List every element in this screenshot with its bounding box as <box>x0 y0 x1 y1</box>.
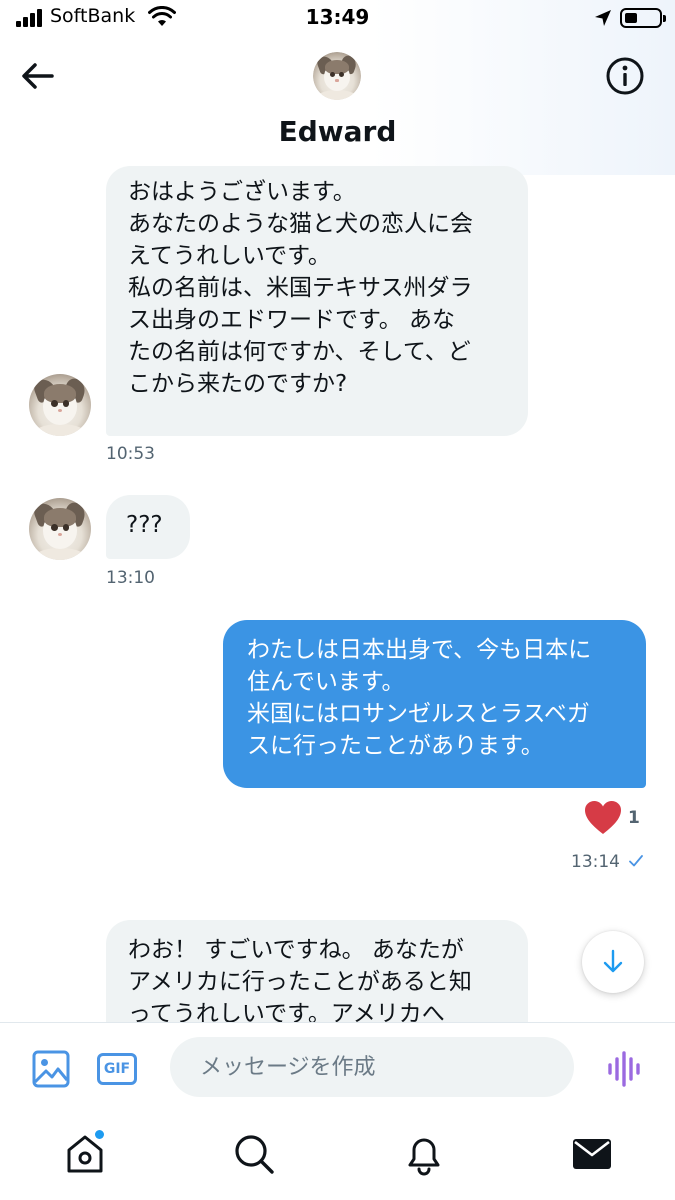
location-arrow-icon <box>595 10 611 26</box>
message-line: ス出身のエドワードです。 あな <box>128 307 456 333</box>
message-line: ??? <box>126 512 163 538</box>
reaction[interactable]: 1 <box>584 800 646 840</box>
message-bubble-incoming[interactable]: おはようございます。 あなたのような猫と犬の恋人に会 えてうれしいです。 私の名… <box>106 166 528 436</box>
sender-avatar[interactable] <box>29 498 91 560</box>
message-input[interactable] <box>170 1037 574 1097</box>
message-line: たの名前は何ですか、そして、ど <box>128 339 471 365</box>
message-line: 住んでいます。 <box>247 669 405 695</box>
cat-avatar-image <box>29 498 91 560</box>
status-time: 13:49 <box>305 5 370 29</box>
cat-avatar-image <box>29 374 91 436</box>
scroll-to-bottom-button[interactable] <box>582 931 644 993</box>
message-line: こから来たのですか? <box>128 371 348 397</box>
heart-icon <box>585 801 621 834</box>
message-composer: GIF <box>0 1022 675 1108</box>
sender-avatar[interactable] <box>29 374 91 436</box>
message-timestamp: 13:10 <box>106 568 155 588</box>
status-bar: SoftBank 13:49 <box>0 0 675 40</box>
voice-message-icon[interactable] <box>606 1051 642 1087</box>
message-timestamp: 10:53 <box>106 444 155 464</box>
message-line: 米国にはロサンゼルスとラスベガ <box>247 701 590 727</box>
message-line: アメリカに行ったことがあると知 <box>128 969 472 995</box>
message-line: わお！ すごいですね。 あなたが <box>128 937 464 963</box>
message-line: 私の名前は、米国テキサス州ダラ <box>128 275 473 301</box>
arrow-down-icon <box>603 949 623 973</box>
image-icon[interactable] <box>32 1050 70 1088</box>
messages-envelope-icon[interactable] <box>570 1132 614 1176</box>
message-line: えてうれしいです。 <box>128 243 331 269</box>
battery-icon <box>620 8 666 28</box>
home-notification-dot <box>95 1130 104 1139</box>
message-line: わたしは日本出身で、今も日本に <box>247 637 592 663</box>
message-bubble-incoming[interactable]: ??? <box>106 495 190 559</box>
back-arrow-icon[interactable] <box>20 60 56 92</box>
cat-avatar-image <box>313 52 361 100</box>
message-line: おはようございます。 <box>128 179 356 205</box>
message-bubble-outgoing[interactable]: わたしは日本出身で、今も日本に 住んでいます。 米国にはロサンゼルスとラスベガ … <box>223 620 646 788</box>
message-line: あなたのような猫と犬の恋人に会 <box>128 211 473 237</box>
contact-name[interactable]: Edward <box>0 115 675 148</box>
notifications-bell-icon[interactable] <box>402 1132 446 1176</box>
gif-button[interactable]: GIF <box>97 1053 137 1085</box>
search-icon[interactable] <box>232 1132 276 1176</box>
message-timestamp: 13:14 <box>571 852 620 872</box>
contact-avatar[interactable] <box>313 52 361 100</box>
reaction-count: 1 <box>628 808 640 828</box>
read-check-icon <box>629 855 643 867</box>
bottom-tab-bar <box>0 1108 675 1200</box>
message-line: スに行ったことがあります。 <box>247 733 544 759</box>
info-icon[interactable] <box>605 56 645 96</box>
